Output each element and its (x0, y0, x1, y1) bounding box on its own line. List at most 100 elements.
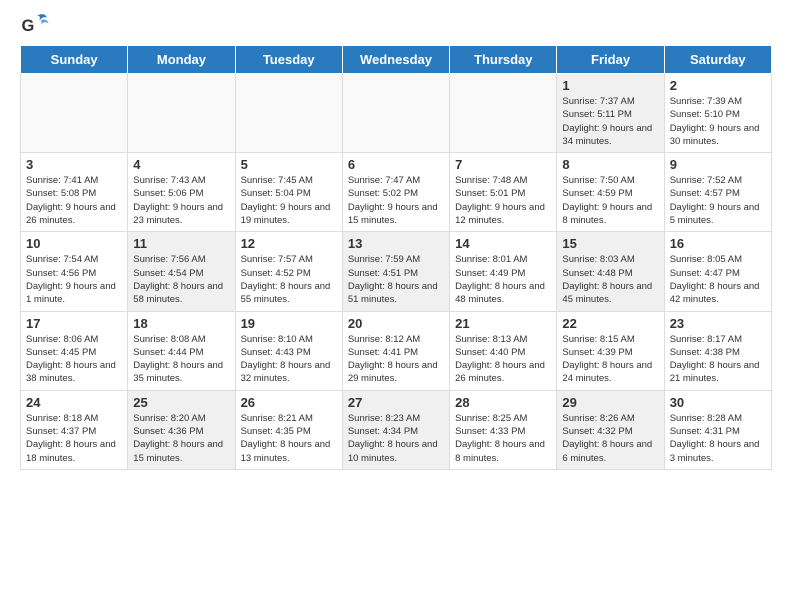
calendar-cell (235, 74, 342, 153)
day-number: 20 (348, 316, 444, 331)
day-number: 22 (562, 316, 658, 331)
day-info: Sunrise: 8:13 AMSunset: 4:40 PMDaylight:… (455, 333, 551, 386)
calendar-cell: 2Sunrise: 7:39 AMSunset: 5:10 PMDaylight… (664, 74, 771, 153)
calendar-cell: 13 Sunrise: 7:59 AMSunset: 4:51 PMDayligh… (342, 232, 449, 311)
svg-text:G: G (22, 17, 35, 35)
day-info: Sunrise: 7:54 AMSunset: 4:56 PMDaylight:… (26, 253, 122, 306)
weekday-header: Sunday (21, 46, 128, 74)
logo: G (20, 10, 54, 40)
day-number: 12 (241, 236, 337, 251)
calendar-week-row: 1 Sunrise: 7:37 AMSunset: 5:11 PMDaylight… (21, 74, 772, 153)
calendar-cell: 28 Sunrise: 8:25 AMSunset: 4:33 PMDayligh… (450, 390, 557, 469)
day-info: Sunrise: 8:03 AMSunset: 4:48 PMDaylight:… (562, 253, 658, 306)
weekday-header-row: SundayMondayTuesdayWednesdayThursdayFrid… (21, 46, 772, 74)
weekday-header: Thursday (450, 46, 557, 74)
calendar-cell: 21 Sunrise: 8:13 AMSunset: 4:40 PMDayligh… (450, 311, 557, 390)
day-number: 19 (241, 316, 337, 331)
calendar-cell: 8 Sunrise: 7:50 AMSunset: 4:59 PMDaylight… (557, 153, 664, 232)
day-info: Sunrise: 7:52 AMSunset: 4:57 PMDaylight:… (670, 174, 766, 227)
day-number: 18 (133, 316, 229, 331)
day-info: Sunrise: 8:25 AMSunset: 4:33 PMDaylight:… (455, 412, 551, 465)
calendar-cell: 14Sunrise: 8:01 AMSunset: 4:49 PMDayligh… (450, 232, 557, 311)
day-info: Sunrise: 7:47 AMSunset: 5:02 PMDaylight:… (348, 174, 444, 227)
day-number: 28 (455, 395, 551, 410)
day-number: 26 (241, 395, 337, 410)
page-header: G (0, 0, 792, 45)
calendar-week-row: 3 Sunrise: 7:41 AMSunset: 5:08 PMDaylight… (21, 153, 772, 232)
calendar-cell: 6Sunrise: 7:47 AMSunset: 5:02 PMDaylight… (342, 153, 449, 232)
calendar-cell: 22 Sunrise: 8:15 AMSunset: 4:39 PMDayligh… (557, 311, 664, 390)
day-number: 21 (455, 316, 551, 331)
calendar-cell: 27Sunrise: 8:23 AMSunset: 4:34 PMDayligh… (342, 390, 449, 469)
day-info: Sunrise: 8:08 AMSunset: 4:44 PMDaylight:… (133, 333, 229, 386)
day-number: 16 (670, 236, 766, 251)
calendar-cell (128, 74, 235, 153)
calendar-header: SundayMondayTuesdayWednesdayThursdayFrid… (21, 46, 772, 74)
day-info: Sunrise: 7:37 AMSunset: 5:11 PMDaylight:… (562, 95, 658, 148)
day-info: Sunrise: 7:56 AMSunset: 4:54 PMDaylight:… (133, 253, 229, 306)
calendar-cell: 20 Sunrise: 8:12 AMSunset: 4:41 PMDayligh… (342, 311, 449, 390)
calendar-cell (450, 74, 557, 153)
calendar-cell: 19 Sunrise: 8:10 AMSunset: 4:43 PMDayligh… (235, 311, 342, 390)
calendar-cell: 4 Sunrise: 7:43 AMSunset: 5:06 PMDaylight… (128, 153, 235, 232)
calendar-cell: 30Sunrise: 8:28 AMSunset: 4:31 PMDayligh… (664, 390, 771, 469)
calendar-cell: 17 Sunrise: 8:06 AMSunset: 4:45 PMDayligh… (21, 311, 128, 390)
calendar-cell: 5Sunrise: 7:45 AMSunset: 5:04 PMDaylight… (235, 153, 342, 232)
calendar-week-row: 24 Sunrise: 8:18 AMSunset: 4:37 PMDayligh… (21, 390, 772, 469)
calendar-cell (342, 74, 449, 153)
day-number: 25 (133, 395, 229, 410)
day-number: 1 (562, 78, 658, 93)
day-info: Sunrise: 8:21 AMSunset: 4:35 PMDaylight:… (241, 412, 337, 465)
day-number: 13 (348, 236, 444, 251)
calendar-cell: 23 Sunrise: 8:17 AMSunset: 4:38 PMDayligh… (664, 311, 771, 390)
day-number: 10 (26, 236, 122, 251)
calendar-table: SundayMondayTuesdayWednesdayThursdayFrid… (20, 45, 772, 470)
weekday-header: Monday (128, 46, 235, 74)
day-number: 3 (26, 157, 122, 172)
day-number: 9 (670, 157, 766, 172)
weekday-header: Tuesday (235, 46, 342, 74)
day-info: Sunrise: 8:15 AMSunset: 4:39 PMDaylight:… (562, 333, 658, 386)
calendar-cell: 29 Sunrise: 8:26 AMSunset: 4:32 PMDayligh… (557, 390, 664, 469)
day-number: 5 (241, 157, 337, 172)
calendar-cell: 10 Sunrise: 7:54 AMSunset: 4:56 PMDayligh… (21, 232, 128, 311)
day-info: Sunrise: 7:59 AMSunset: 4:51 PMDaylight:… (348, 253, 444, 306)
day-info: Sunrise: 8:23 AMSunset: 4:34 PMDaylight:… (348, 412, 444, 465)
day-info: Sunrise: 8:06 AMSunset: 4:45 PMDaylight:… (26, 333, 122, 386)
day-info: Sunrise: 8:12 AMSunset: 4:41 PMDaylight:… (348, 333, 444, 386)
day-number: 29 (562, 395, 658, 410)
day-info: Sunrise: 8:26 AMSunset: 4:32 PMDaylight:… (562, 412, 658, 465)
calendar-cell: 11 Sunrise: 7:56 AMSunset: 4:54 PMDayligh… (128, 232, 235, 311)
day-info: Sunrise: 8:01 AMSunset: 4:49 PMDaylight:… (455, 253, 551, 306)
calendar-body: 1 Sunrise: 7:37 AMSunset: 5:11 PMDaylight… (21, 74, 772, 470)
day-number: 23 (670, 316, 766, 331)
calendar-cell: 25Sunrise: 8:20 AMSunset: 4:36 PMDayligh… (128, 390, 235, 469)
day-number: 4 (133, 157, 229, 172)
calendar-cell: 3 Sunrise: 7:41 AMSunset: 5:08 PMDaylight… (21, 153, 128, 232)
calendar-week-row: 10 Sunrise: 7:54 AMSunset: 4:56 PMDayligh… (21, 232, 772, 311)
weekday-header: Saturday (664, 46, 771, 74)
day-info: Sunrise: 7:57 AMSunset: 4:52 PMDaylight:… (241, 253, 337, 306)
day-info: Sunrise: 8:28 AMSunset: 4:31 PMDaylight:… (670, 412, 766, 465)
day-info: Sunrise: 8:17 AMSunset: 4:38 PMDaylight:… (670, 333, 766, 386)
calendar-cell: 9 Sunrise: 7:52 AMSunset: 4:57 PMDaylight… (664, 153, 771, 232)
calendar-cell: 12 Sunrise: 7:57 AMSunset: 4:52 PMDayligh… (235, 232, 342, 311)
day-number: 17 (26, 316, 122, 331)
day-info: Sunrise: 7:50 AMSunset: 4:59 PMDaylight:… (562, 174, 658, 227)
day-number: 8 (562, 157, 658, 172)
day-info: Sunrise: 8:18 AMSunset: 4:37 PMDaylight:… (26, 412, 122, 465)
day-number: 24 (26, 395, 122, 410)
calendar-cell: 26 Sunrise: 8:21 AMSunset: 4:35 PMDayligh… (235, 390, 342, 469)
day-info: Sunrise: 8:05 AMSunset: 4:47 PMDaylight:… (670, 253, 766, 306)
calendar-cell: 24 Sunrise: 8:18 AMSunset: 4:37 PMDayligh… (21, 390, 128, 469)
day-info: Sunrise: 7:48 AMSunset: 5:01 PMDaylight:… (455, 174, 551, 227)
day-info: Sunrise: 8:10 AMSunset: 4:43 PMDaylight:… (241, 333, 337, 386)
logo-icon: G (20, 10, 50, 40)
calendar-cell: 18 Sunrise: 8:08 AMSunset: 4:44 PMDayligh… (128, 311, 235, 390)
day-info: Sunrise: 7:39 AMSunset: 5:10 PMDaylight:… (670, 95, 766, 148)
day-number: 11 (133, 236, 229, 251)
weekday-header: Friday (557, 46, 664, 74)
day-info: Sunrise: 7:43 AMSunset: 5:06 PMDaylight:… (133, 174, 229, 227)
calendar-week-row: 17 Sunrise: 8:06 AMSunset: 4:45 PMDayligh… (21, 311, 772, 390)
day-info: Sunrise: 7:41 AMSunset: 5:08 PMDaylight:… (26, 174, 122, 227)
